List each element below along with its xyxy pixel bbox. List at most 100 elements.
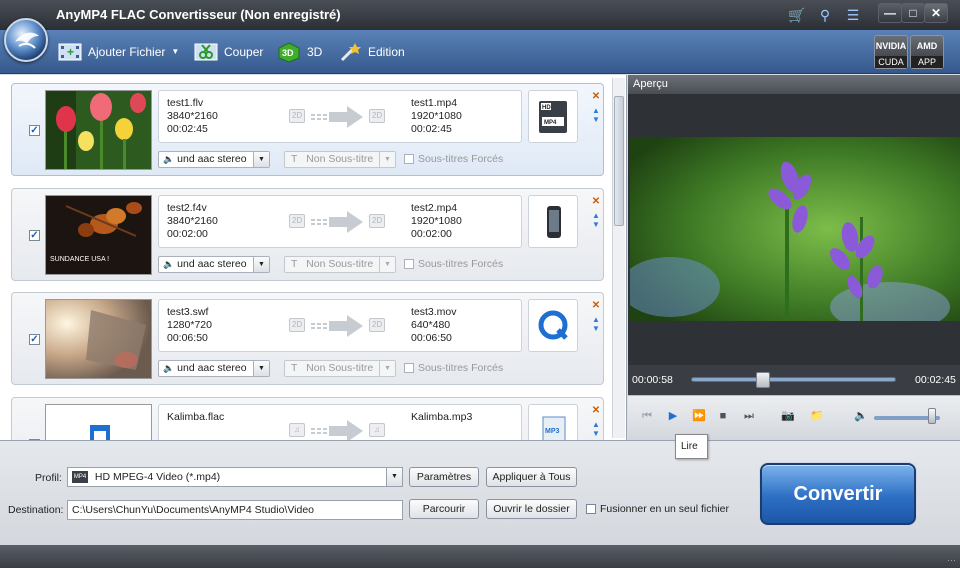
checkbox-box[interactable] [404,154,414,164]
snapshot-camera-icon[interactable]: 📷 [781,409,795,423]
key-icon[interactable]: ⚲ [816,6,834,24]
fast-forward-icon[interactable]: ⏩ [692,409,706,423]
chevron-down-icon[interactable]: ▼ [171,39,179,65]
file-checkbox[interactable]: ✓ [29,230,40,241]
checkbox-box[interactable] [586,504,596,514]
audio-track-select[interactable]: 🔈 und aac stereo ▼ [158,151,270,168]
volume-icon[interactable]: 🔈 [854,409,868,423]
volume-slider-thumb[interactable] [928,408,937,424]
output-device-button[interactable]: HD MP4 [528,90,578,143]
open-folder-button[interactable]: Ouvrir le dossier [486,499,577,519]
forced-subtitles-checkbox[interactable]: Sous-titres Forcés [404,153,503,165]
move-down-icon[interactable]: ▼ [590,429,602,438]
output-duration: 00:02:00 [411,228,452,240]
edit-button[interactable]: Edition [338,39,405,65]
close-button[interactable]: ✕ [924,3,948,23]
cart-icon[interactable]: 🛒 [788,6,806,24]
file-info: Kalimba.flac ♫ ♫ Kalimba.mp3 [158,404,522,440]
profile-value: HD MPEG-4 Video (*.mp4) [94,471,221,483]
merge-files-label: Fusionner en un seul fichier [600,503,729,515]
apply-to-all-button[interactable]: Appliquer à Tous [486,467,577,487]
stop-icon[interactable]: ■ [716,409,730,423]
app-label: APP [911,56,943,68]
chevron-down-icon[interactable]: ▼ [379,152,395,167]
forced-subtitles-checkbox[interactable]: Sous-titres Forcés [404,362,503,374]
arrow-icon [311,211,363,233]
move-up-icon[interactable]: ▲ [590,211,602,220]
cut-button[interactable]: Couper [194,39,263,65]
chevron-down-icon[interactable]: ▼ [386,468,402,486]
move-down-icon[interactable]: ▼ [590,324,602,333]
file-item[interactable]: ✓ SUNDANCE USA ! test2.f4v 3840*2160 00:… [11,188,604,281]
maximize-button[interactable]: □ [901,3,925,23]
chevron-down-icon[interactable]: ▼ [379,361,395,376]
preview-header: Aperçu [628,75,960,94]
destination-input[interactable]: C:\Users\ChunYu\Documents\AnyMP4 Studio\… [67,500,403,520]
subtitle-select[interactable]: T Non Sous-titre ▼ [284,256,396,273]
output-name: test1.mp4 [411,97,458,109]
convert-button[interactable]: Convertir [760,463,916,525]
remove-icon[interactable]: ✕ [590,301,602,311]
file-item[interactable]: ✓ Kalimba.flac ♫ ♫ Kalimba.mp3 MP3 ✕ ▲ ▼ [11,397,604,440]
mp3-icon: MP3 [542,416,566,440]
settings-button[interactable]: Paramètres [409,467,479,487]
remove-icon[interactable]: ✕ [590,197,602,207]
move-up-icon[interactable]: ▲ [590,106,602,115]
nvidia-cuda-badge: NVIDIA CUDA [874,35,908,69]
chevron-down-icon[interactable]: ▼ [253,361,269,376]
audio-track-select[interactable]: 🔈 und aac stereo ▼ [158,360,270,377]
minimize-button[interactable]: — [878,3,902,23]
subtitle-select[interactable]: T Non Sous-titre ▼ [284,151,396,168]
audio-track-value: und aac stereo [177,258,247,270]
merge-files-checkbox[interactable]: Fusionner en un seul fichier [586,503,729,515]
seek-slider-thumb[interactable] [756,372,771,388]
move-up-icon[interactable]: ▲ [590,315,602,324]
forced-subtitles-checkbox[interactable]: Sous-titres Forcés [404,258,503,270]
chevron-down-icon[interactable]: ▼ [253,257,269,272]
3d-label: 3D [307,45,323,59]
subtitle-select[interactable]: T Non Sous-titre ▼ [284,360,396,377]
resize-grip-icon[interactable]: ⋯ [947,555,956,566]
output-resolution: 1920*1080 [411,215,462,227]
play-tooltip: Lire [675,434,708,459]
output-info: test3.mov 640*480 00:06:50 [411,306,457,345]
remove-icon[interactable]: ✕ [590,92,602,102]
convert-arrow: 2D 2D [289,208,399,234]
output-device-button[interactable]: MP3 [528,404,578,440]
move-down-icon[interactable]: ▼ [590,220,602,229]
folder-icon[interactable]: 📁 [810,409,824,423]
move-up-icon[interactable]: ▲ [590,420,602,429]
output-device-button[interactable] [528,195,578,248]
file-item[interactable]: ✓ test1.flv 3840*2160 00:02:45 2D 2D tes… [11,83,604,176]
browse-button[interactable]: Parcourir [409,499,479,519]
next-frame-icon[interactable]: ⏭ [742,409,756,423]
previous-frame-icon[interactable]: ⏮ [640,409,654,423]
move-down-icon[interactable]: ▼ [590,115,602,124]
checkbox-box[interactable] [404,259,414,269]
source-name: test2.f4v [167,202,207,214]
play-icon[interactable]: ▶ [666,409,680,423]
checkbox-box[interactable] [404,363,414,373]
audio-track-value: und aac stereo [177,362,247,374]
scrollbar-thumb[interactable] [614,96,624,226]
source-name: Kalimba.flac [167,411,225,423]
file-checkbox[interactable]: ✓ [29,125,40,136]
convert-arrow: 2D 2D [289,312,399,338]
chevron-down-icon[interactable]: ▼ [379,257,395,272]
file-list-scrollbar[interactable] [612,78,625,438]
file-item[interactable]: ✓ test3.swf 1280*720 00:06:50 2D 2D test… [11,292,604,385]
add-file-button[interactable]: + Ajouter Fichier ▼ [58,39,179,65]
3d-button[interactable]: 3D 3D [277,39,322,65]
seek-slider[interactable] [691,372,896,388]
output-name: test2.mp4 [411,202,458,214]
output-device-button[interactable] [528,299,578,352]
file-checkbox[interactable]: ✓ [29,334,40,345]
profile-select[interactable]: MP4 HD MPEG-4 Video (*.mp4) ▼ [67,467,403,487]
menu-icon[interactable]: ☰ [844,6,862,24]
chevron-down-icon[interactable]: ▼ [253,152,269,167]
remove-icon[interactable]: ✕ [590,406,602,416]
video-preview[interactable] [630,137,960,321]
edit-label: Edition [368,45,405,59]
audio-track-select[interactable]: 🔈 und aac stereo ▼ [158,256,270,273]
scissors-icon [194,41,218,63]
